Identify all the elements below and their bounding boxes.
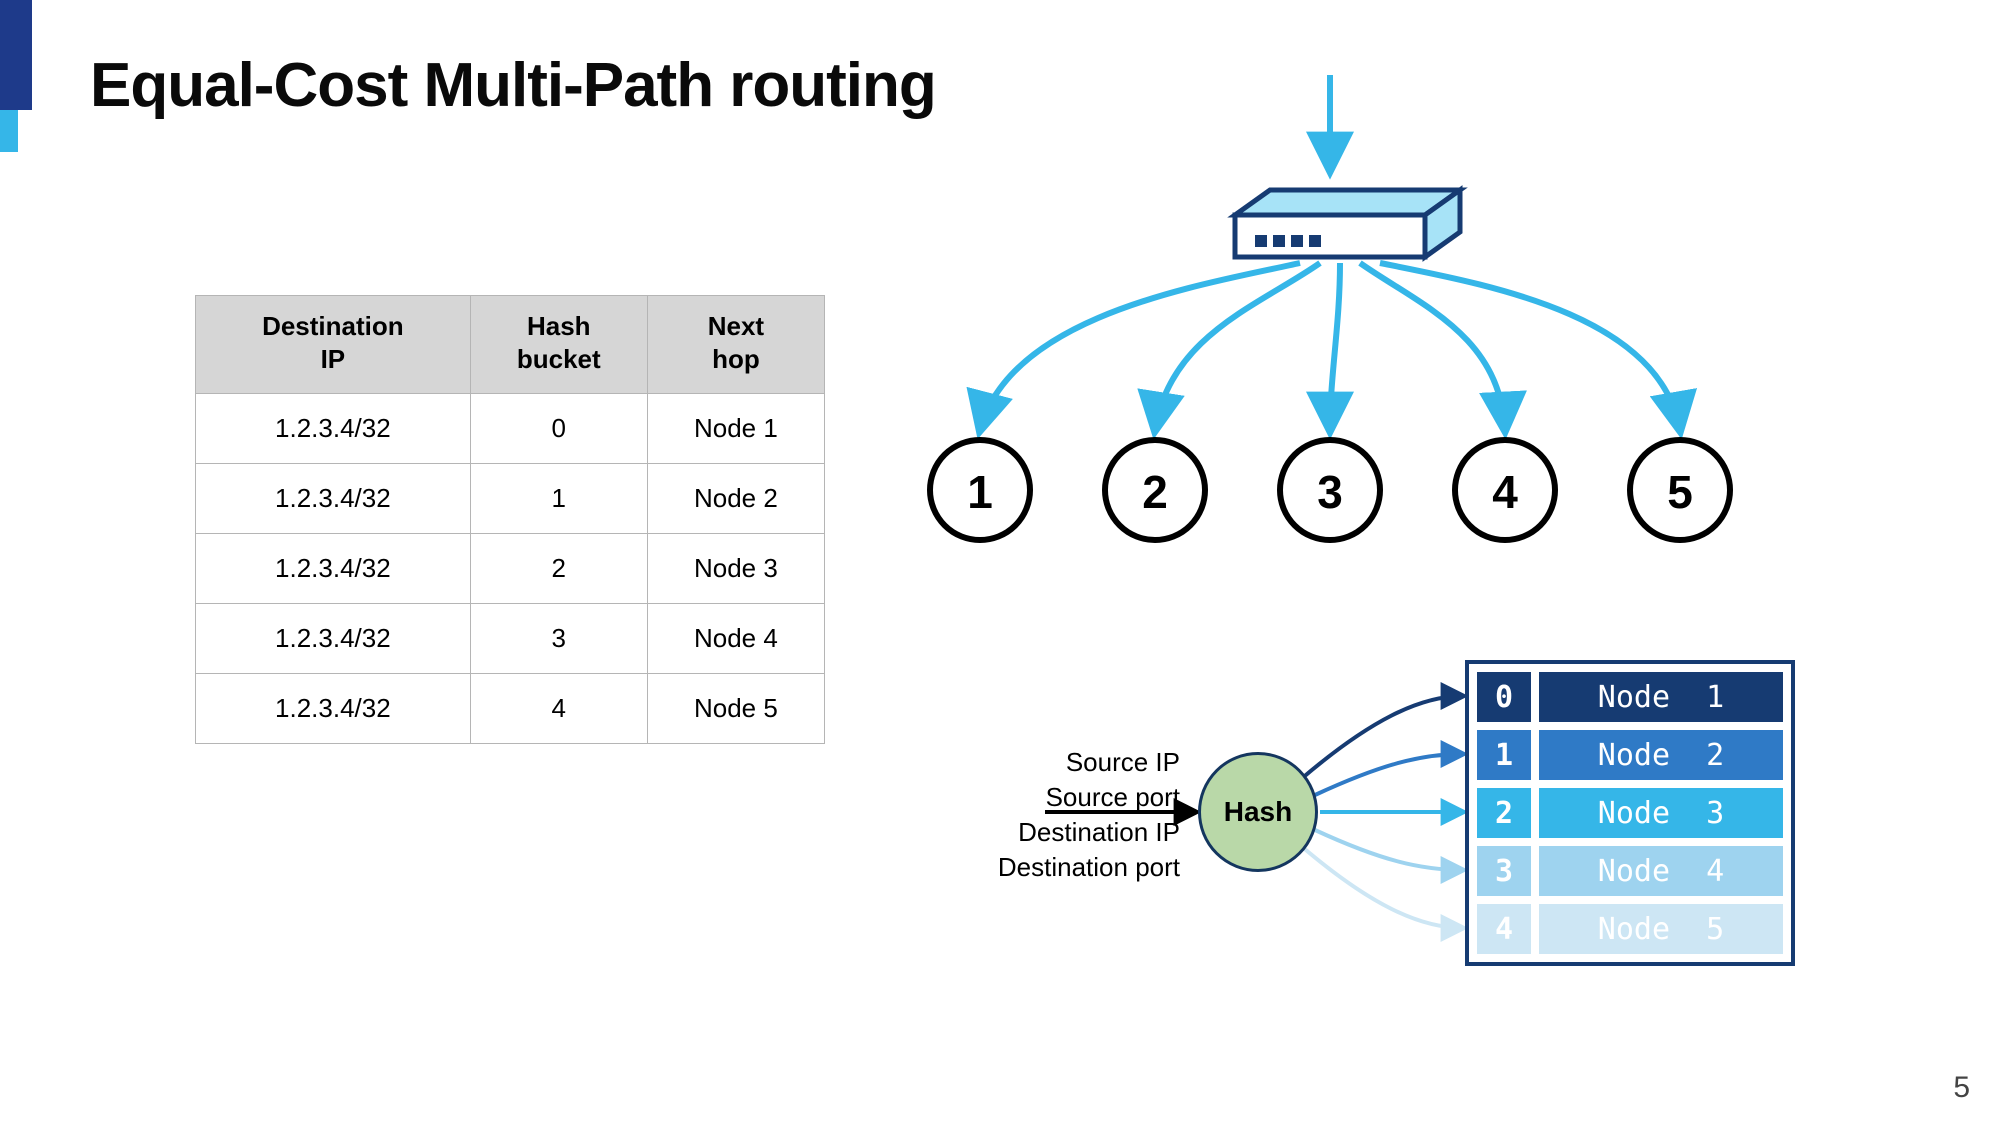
fanout-arrows [980,263,1680,430]
table-cell: 1.2.3.4/32 [196,464,471,534]
bucket-row: 1Node 2 [1477,730,1783,780]
node-label: 5 [1667,466,1693,518]
node-label: 1 [967,466,993,518]
routing-table: DestinationIP Hashbucket Nexthop 1.2.3.4… [195,295,825,744]
bucket-label: Node 5 [1539,904,1783,954]
node-label: 4 [1492,466,1518,518]
arrow-hash-to-bucket-1 [1315,754,1463,795]
node-label: 3 [1317,466,1343,518]
table-row: 1.2.3.4/321Node 2 [196,464,825,534]
bucket-row: 4Node 5 [1477,904,1783,954]
hash-diagram: Source IP Source port Destination IP Des… [940,660,1840,1060]
arrow-hash-to-bucket-3 [1315,830,1463,870]
table-cell: 1 [470,464,647,534]
bucket-row: 3Node 4 [1477,846,1783,896]
bucket-label: Node 1 [1539,672,1783,722]
bucket-index: 0 [1477,672,1531,722]
bucket-index: 1 [1477,730,1531,780]
table-cell: Node 2 [647,464,824,534]
table-row: 1.2.3.4/322Node 3 [196,534,825,604]
table-cell: Node 1 [647,394,824,464]
table-row: 1.2.3.4/320Node 1 [196,394,825,464]
table-row: 1.2.3.4/324Node 5 [196,674,825,744]
table-cell: 3 [470,604,647,674]
bucket-index: 3 [1477,846,1531,896]
bucket-row: 0Node 1 [1477,672,1783,722]
table-cell: Node 5 [647,674,824,744]
accent-bar-dark [0,0,32,110]
node-label: 2 [1142,466,1168,518]
table-cell: 1.2.3.4/32 [196,394,471,464]
bucket-label: Node 2 [1539,730,1783,780]
table-cell: 0 [470,394,647,464]
table-cell: Node 3 [647,534,824,604]
table-header-row: DestinationIP Hashbucket Nexthop [196,296,825,394]
page-number: 5 [1953,1071,1970,1105]
table-cell: 1.2.3.4/32 [196,674,471,744]
router-fanout-diagram: 1 2 3 4 5 [900,75,1900,575]
table-cell: 1.2.3.4/32 [196,604,471,674]
table-cell: 1.2.3.4/32 [196,534,471,604]
table-cell: 2 [470,534,647,604]
bucket-label: Node 3 [1539,788,1783,838]
th-hash-bucket: Hashbucket [470,296,647,394]
table-row: 1.2.3.4/323Node 4 [196,604,825,674]
hash-node: Hash [1198,752,1318,872]
bucket-index: 2 [1477,788,1531,838]
bucket-label: Node 4 [1539,846,1783,896]
th-dest-ip: DestinationIP [196,296,471,394]
bucket-row: 2Node 3 [1477,788,1783,838]
table-cell: Node 4 [647,604,824,674]
slide-title: Equal-Cost Multi-Path routing [90,50,936,121]
th-next-hop: Nexthop [647,296,824,394]
bucket-index: 4 [1477,904,1531,954]
router-icon [1235,190,1460,257]
bucket-table: 0Node 11Node 22Node 33Node 44Node 5 [1465,660,1795,966]
table-cell: 4 [470,674,647,744]
hash-node-label: Hash [1224,796,1292,828]
accent-bar-light [0,110,18,152]
